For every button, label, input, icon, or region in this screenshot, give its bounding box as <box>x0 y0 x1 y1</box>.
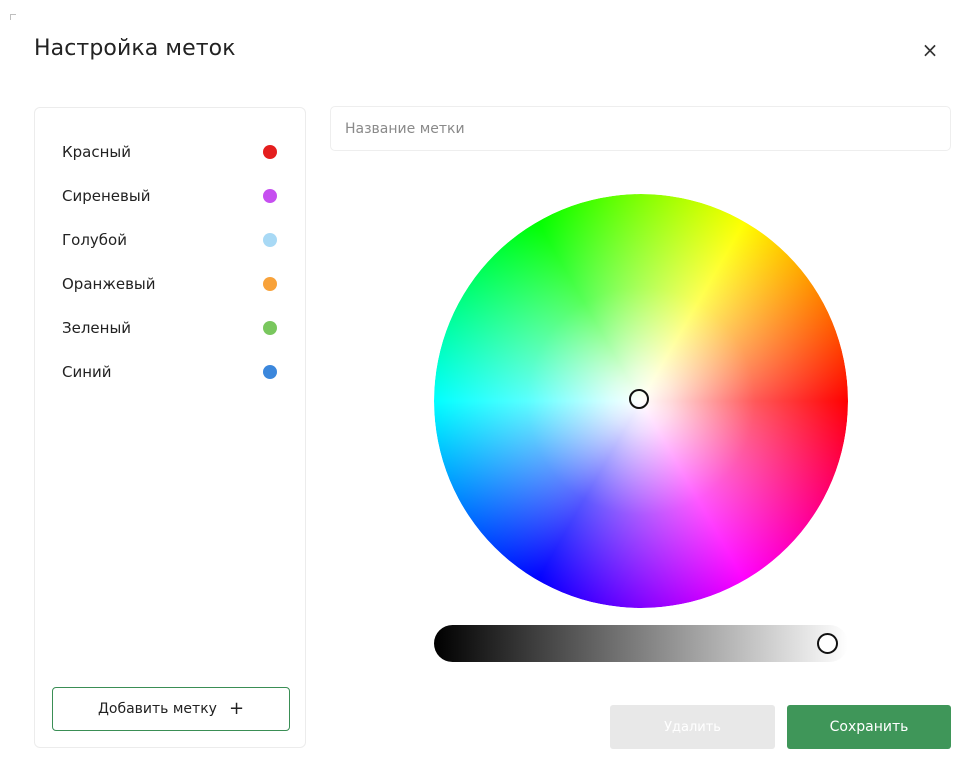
label-name: Оранжевый <box>62 275 156 293</box>
color-dot <box>263 189 277 203</box>
brightness-slider[interactable] <box>434 625 848 662</box>
color-dot <box>263 277 277 291</box>
label-name: Зеленый <box>62 319 132 337</box>
label-list-panel: Красный Сиреневый Голубой Оранжевый Зеле… <box>34 107 306 748</box>
corner-mark <box>10 14 16 20</box>
delete-button[interactable]: Удалить <box>610 705 775 749</box>
label-name: Сиреневый <box>62 187 151 205</box>
dialog-title: Настройка меток <box>34 36 236 61</box>
label-item-green[interactable]: Зеленый <box>35 312 305 356</box>
label-name: Голубой <box>62 231 127 249</box>
color-dot <box>263 145 277 159</box>
label-name-input[interactable] <box>330 106 951 151</box>
color-dot <box>263 233 277 247</box>
close-icon[interactable]: × <box>918 38 942 62</box>
add-label-button-text: Добавить метку <box>97 701 217 717</box>
label-list: Красный Сиреневый Голубой Оранжевый Зеле… <box>35 136 305 400</box>
plus-icon: + <box>228 698 245 719</box>
label-name: Синий <box>62 363 112 381</box>
save-button[interactable]: Сохранить <box>787 705 951 749</box>
add-label-button[interactable]: Добавить метку + <box>52 687 290 731</box>
label-item-lilac[interactable]: Сиреневый <box>35 180 305 224</box>
color-wheel-handle[interactable] <box>629 389 649 409</box>
label-name: Красный <box>62 143 132 161</box>
label-item-red[interactable]: Красный <box>35 136 305 180</box>
color-dot <box>263 321 277 335</box>
label-item-orange[interactable]: Оранжевый <box>35 268 305 312</box>
label-item-blue[interactable]: Синий <box>35 356 305 400</box>
label-item-light-blue[interactable]: Голубой <box>35 224 305 268</box>
brightness-slider-handle[interactable] <box>817 633 838 654</box>
color-dot <box>263 365 277 379</box>
